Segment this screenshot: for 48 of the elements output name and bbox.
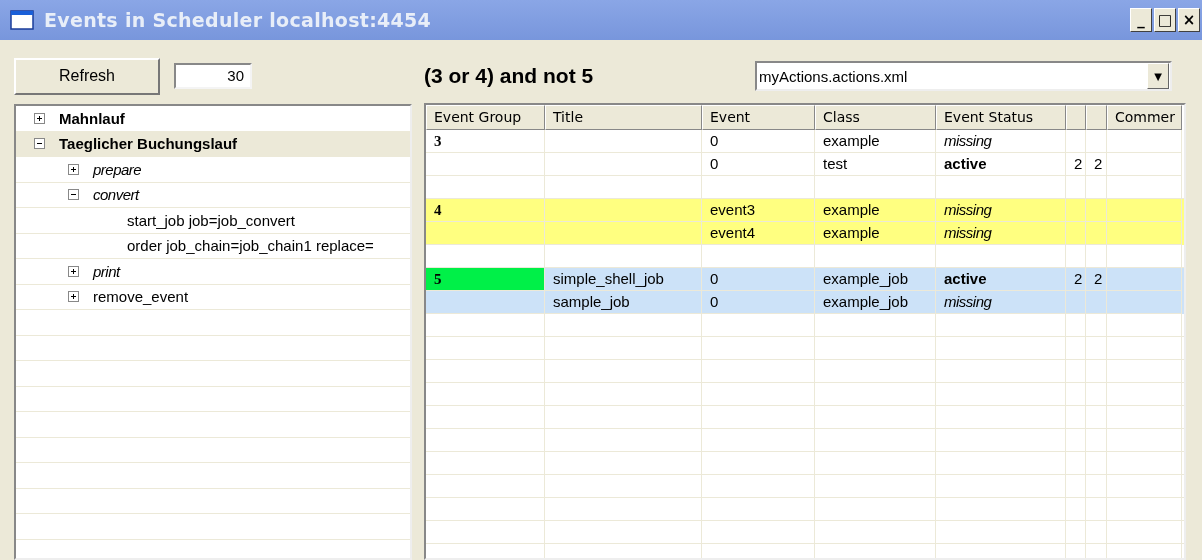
- table-cell: event4: [702, 222, 815, 245]
- table-cell: 5: [426, 268, 545, 291]
- tree-item[interactable]: order job_chain=job_chain1 replace=: [16, 233, 410, 259]
- tree-item[interactable]: print: [16, 259, 410, 285]
- table-cell: [1066, 222, 1086, 245]
- table-cell: missing: [936, 291, 1066, 314]
- collapse-icon[interactable]: [34, 138, 45, 150]
- expand-icon[interactable]: [68, 265, 79, 277]
- maximize-button[interactable]: □: [1154, 8, 1176, 32]
- tree-item[interactable]: Mahnlauf: [16, 106, 410, 132]
- table-cell: test: [815, 153, 936, 176]
- table-cell: sample_job: [545, 291, 702, 314]
- table-cell: [1086, 291, 1107, 314]
- tree-item[interactable]: Taeglicher Buchungslauf: [16, 131, 410, 157]
- column-header[interactable]: [1086, 105, 1107, 130]
- column-header[interactable]: Event Group: [426, 105, 545, 130]
- table-cell: active: [936, 153, 1066, 176]
- table-cell: example_job: [815, 291, 936, 314]
- table-cell: [1086, 222, 1107, 245]
- collapse-icon[interactable]: [68, 189, 79, 201]
- table-cell: 0: [702, 291, 815, 314]
- column-header[interactable]: Class: [815, 105, 936, 130]
- table-cell: 2: [1066, 153, 1086, 176]
- expand-icon[interactable]: [34, 112, 45, 124]
- window-icon: [10, 10, 34, 30]
- table-cell: 0: [702, 153, 815, 176]
- interval-field[interactable]: 30: [174, 63, 252, 89]
- column-header[interactable]: Title: [545, 105, 702, 130]
- expand-icon[interactable]: [68, 163, 79, 175]
- column-header[interactable]: Event: [702, 105, 815, 130]
- close-button[interactable]: ×: [1178, 8, 1200, 32]
- window-title: Events in Scheduler localhost:4454: [44, 9, 432, 31]
- column-header[interactable]: Event Status: [936, 105, 1066, 130]
- tree-item[interactable]: prepare: [16, 157, 410, 183]
- tree-item[interactable]: remove_event: [16, 284, 410, 310]
- expand-icon[interactable]: [68, 291, 79, 303]
- column-header[interactable]: Commer: [1107, 105, 1182, 130]
- file-dropdown[interactable]: myActions.actions.xml ▼: [755, 61, 1172, 91]
- table-cell: example: [815, 222, 936, 245]
- refresh-button[interactable]: Refresh: [14, 57, 160, 95]
- table-cell: [1066, 291, 1086, 314]
- table-cell: missing: [936, 222, 1066, 245]
- column-header[interactable]: [1066, 105, 1086, 130]
- tree-item[interactable]: start_job job=job_convert: [16, 208, 410, 234]
- filter-expression: (3 or 4) and not 5: [424, 64, 595, 88]
- table-cell: 2: [1086, 153, 1107, 176]
- tree-item[interactable]: convert: [16, 182, 410, 208]
- minimize-button[interactable]: _: [1130, 8, 1152, 32]
